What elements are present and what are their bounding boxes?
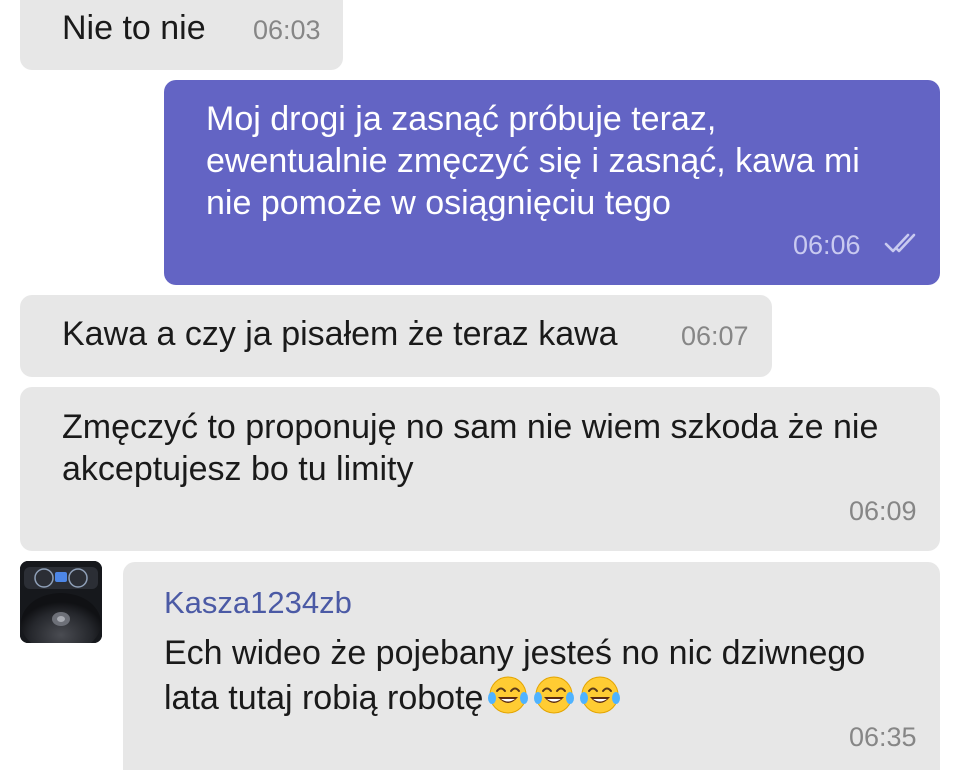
message-timestamp: 06:03	[253, 15, 321, 45]
message-bubble-incoming[interactable]: Zmęczyć to proponuję no sam nie wiem szk…	[20, 387, 940, 551]
laughing-tears-emoji-icon	[488, 676, 529, 714]
sender-avatar[interactable]	[20, 561, 102, 643]
laughing-tears-emoji-icon	[534, 676, 575, 714]
message-bubble-incoming[interactable]: Kasza1234zb Ech wideo że pojebany jesteś…	[123, 562, 940, 770]
message-text: Moj drogi ja zasnąć próbuje teraz, ewent…	[206, 100, 860, 222]
message-text: Ech wideo że pojebany jesteś no nic dziw…	[164, 632, 865, 719]
message-timestamp: 06:07	[681, 321, 749, 351]
chat-view: Nie to nie 06:03 Moj drogi ja zasnąć pró…	[0, 0, 960, 770]
double-check-icon	[884, 233, 916, 253]
message-text: Kawa a czy ja pisałem że teraz kawa	[62, 315, 618, 353]
message-text: Zmęczyć to proponuję no sam nie wiem szk…	[62, 408, 879, 488]
avatar-image	[20, 561, 102, 643]
message-bubble-incoming[interactable]: Nie to nie 06:03	[20, 0, 343, 70]
message-timestamp: 06:06	[793, 230, 861, 260]
message-timestamp: 06:35	[849, 722, 917, 752]
emoji-group	[483, 676, 621, 717]
sender-name[interactable]: Kasza1234zb	[164, 585, 352, 621]
message-bubble-incoming[interactable]: Kawa a czy ja pisałem że teraz kawa 06:0…	[20, 295, 772, 377]
message-text: Nie to nie	[62, 9, 206, 47]
message-bubble-outgoing[interactable]: Moj drogi ja zasnąć próbuje teraz, ewent…	[164, 80, 940, 285]
message-timestamp: 06:09	[849, 496, 917, 526]
laughing-tears-emoji-icon	[580, 676, 621, 714]
